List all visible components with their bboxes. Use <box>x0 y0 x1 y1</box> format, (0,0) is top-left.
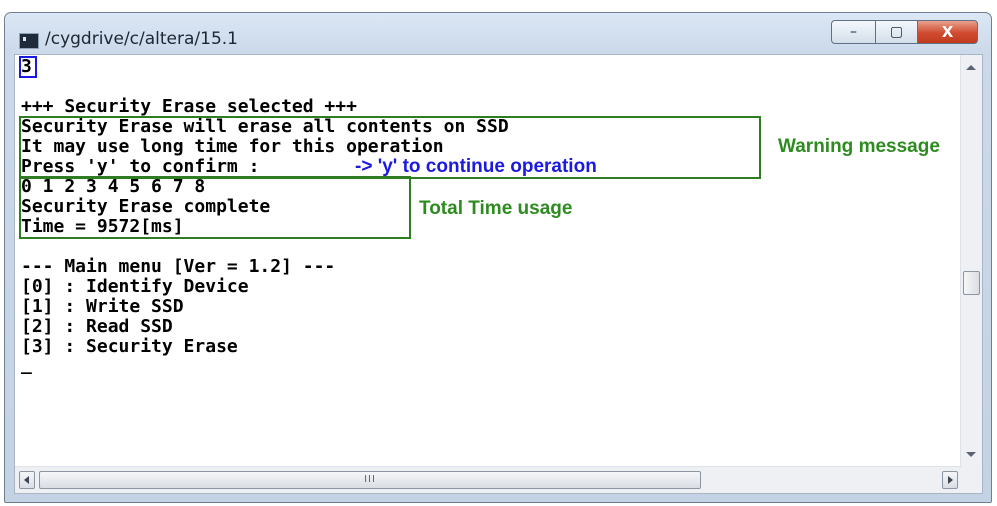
console-line: [3] : Security Erase <box>21 336 238 357</box>
selection-highlight-box <box>19 56 37 78</box>
total-time-label: Total Time usage <box>419 198 573 219</box>
console-line: [2] : Read SSD <box>21 316 173 337</box>
console-output[interactable]: 3 +++ Security Erase selected +++ Securi… <box>15 55 962 467</box>
scroll-right-button[interactable] <box>942 471 958 489</box>
horizontal-scrollbar[interactable]: III <box>15 466 962 493</box>
console-line: [1] : Write SSD <box>21 296 184 317</box>
warning-message-label: Warning message <box>778 136 940 157</box>
minimize-button[interactable]: – <box>831 20 876 44</box>
close-button[interactable]: X <box>917 20 978 44</box>
maximize-button[interactable]: ▢ <box>875 20 918 44</box>
scroll-left-button[interactable] <box>19 471 35 489</box>
terminal-app-icon[interactable] <box>19 33 39 49</box>
vertical-scroll-thumb[interactable] <box>963 271 980 295</box>
vertical-scrollbar[interactable] <box>960 55 982 467</box>
scroll-down-icon[interactable] <box>966 452 976 457</box>
horizontal-scroll-thumb[interactable]: III <box>39 471 701 489</box>
warning-highlight-box <box>19 116 761 179</box>
console-cursor: _ <box>21 354 32 375</box>
terminal-window: /cygdrive/c/altera/15.1 – ▢ X 3 +++ Secu… <box>4 12 992 503</box>
time-highlight-box <box>19 176 411 239</box>
console-area[interactable]: 3 +++ Security Erase selected +++ Securi… <box>14 54 983 494</box>
console-line: [0] : Identify Device <box>21 276 249 297</box>
console-line: +++ Security Erase selected +++ <box>21 96 357 117</box>
console-line: --- Main menu [Ver = 1.2] --- <box>21 256 336 277</box>
resize-grip-icon[interactable] <box>961 467 982 493</box>
window-title: /cygdrive/c/altera/15.1 <box>45 29 239 49</box>
scroll-up-icon[interactable] <box>966 65 976 70</box>
